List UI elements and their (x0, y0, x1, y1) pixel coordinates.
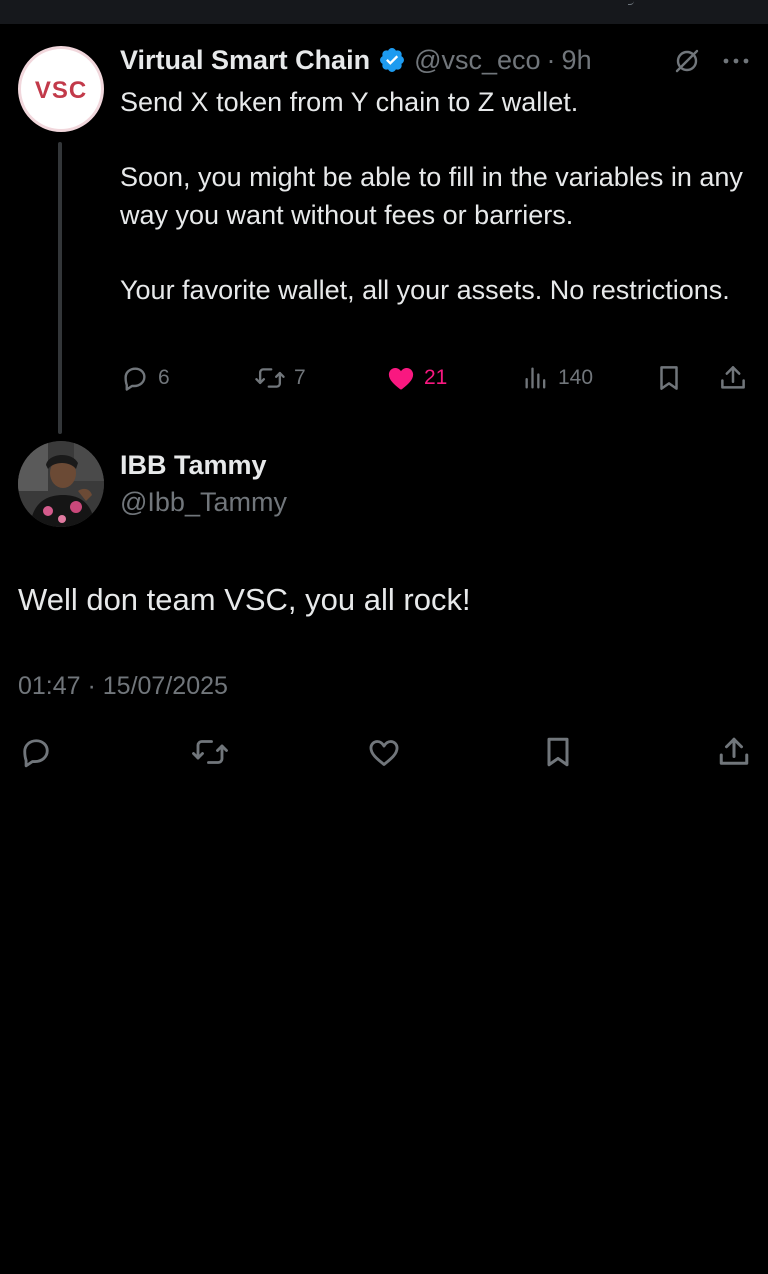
author-name[interactable]: Virtual Smart Chain (120, 45, 370, 76)
views-count: 140 (558, 366, 594, 389)
tweet-line-3: Your favorite wallet, all your assets. N… (120, 274, 730, 305)
repost-icon[interactable] (190, 734, 230, 770)
thread-line (58, 142, 62, 434)
separator-dot: · (546, 44, 556, 75)
repost-button[interactable]: 7 (254, 360, 306, 396)
more-options-icon[interactable] (722, 56, 750, 66)
repost-count: 7 (294, 366, 306, 389)
views-chart-icon (525, 367, 546, 389)
avatar-vsc[interactable]: VSC (18, 46, 104, 132)
tweet-time[interactable]: 9h (562, 45, 592, 76)
tweet-line-1: Send X token from Y chain to Z wallet. (120, 87, 579, 117)
reply-icon (124, 367, 146, 391)
svg-text:VSC: VSC (35, 77, 87, 104)
reply-text: Well don team VSC, you all rock! (18, 582, 471, 617)
heart-filled-icon (388, 368, 414, 390)
reply-author-handle[interactable]: @Ibb_Tammy (120, 487, 287, 518)
bookmark-icon[interactable] (540, 734, 576, 770)
bookmark-icon (660, 366, 678, 390)
vsc-logo: VSC (35, 77, 87, 104)
like-count: 21 (424, 366, 448, 389)
tweet-actions: 6 7 21 140 (120, 360, 756, 396)
tweet-header: Virtual Smart Chain @vsc_eco · 9h (120, 42, 592, 78)
share-icon[interactable] (716, 734, 752, 770)
share-button[interactable] (718, 360, 748, 396)
reply-icon[interactable] (18, 734, 54, 770)
author-handle[interactable]: @vsc_eco (414, 45, 540, 76)
like-button[interactable]: 21 (386, 360, 447, 396)
reply-author-name[interactable]: IBB Tammy (120, 450, 267, 481)
share-icon (721, 366, 745, 389)
bookmark-button[interactable] (654, 360, 684, 396)
tweet-body: Send X token from Y chain to Z wallet. S… (120, 84, 756, 309)
avatar-ibb-tammy[interactable] (18, 441, 104, 527)
reply-button[interactable]: 6 (120, 360, 170, 396)
reply-timestamp[interactable]: 01:47 · 15/07/2025 (18, 672, 228, 701)
grok-icon[interactable] (672, 46, 702, 76)
top-bar (0, 0, 768, 24)
tweet-line-2: Soon, you might be able to fill in the v… (120, 162, 743, 230)
reply-count: 6 (158, 366, 170, 389)
verified-badge-icon (380, 48, 405, 72)
views-button[interactable]: 140 (522, 360, 593, 396)
profile-photo (18, 441, 104, 527)
repost-icon (255, 368, 285, 388)
heart-icon[interactable] (366, 734, 402, 770)
